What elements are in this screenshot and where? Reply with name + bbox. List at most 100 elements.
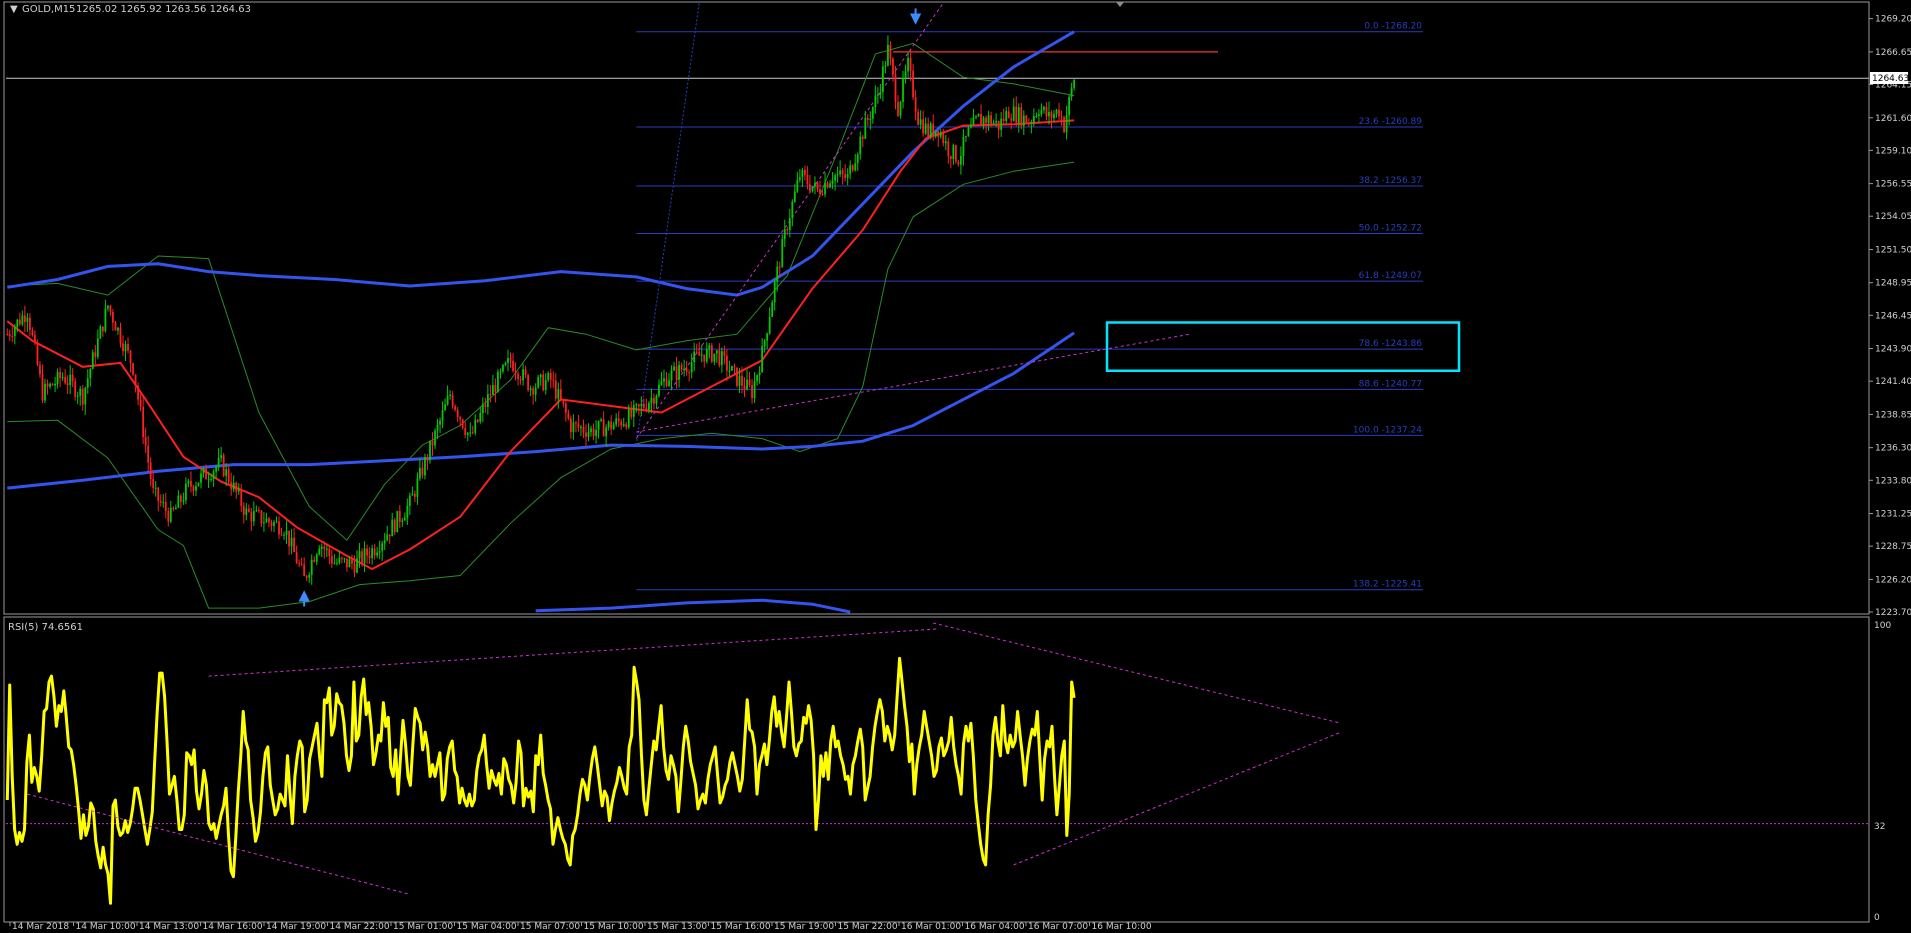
candle-body [66, 383, 69, 386]
candle-body [814, 182, 816, 187]
candle-body [595, 429, 597, 437]
chart-svg: 0.0 -1268.20 23.6 -1260.89 38.2 -1256.37 50… [0, 0, 1911, 932]
candle-body [225, 469, 228, 476]
candle-body [101, 326, 104, 332]
price-tick-label: 1228.75 [1875, 542, 1911, 552]
candle-body [894, 74, 897, 102]
candle-body [373, 548, 376, 556]
candle-body [882, 66, 884, 93]
candle-body [854, 163, 857, 171]
price-tick-label: 1254.05 [1875, 212, 1911, 222]
candle-body [1020, 107, 1023, 126]
candle-body [559, 389, 562, 400]
price-tick-label: 1238.85 [1875, 410, 1911, 420]
candle-body [1068, 96, 1071, 116]
candle-body [16, 319, 19, 328]
candle-body [56, 371, 59, 384]
candle-body [205, 468, 207, 480]
price-tick-label: 1223.70 [1875, 608, 1911, 618]
candle-body [524, 369, 527, 376]
candle-body [413, 493, 416, 497]
candle-body [298, 563, 301, 565]
candle-body [318, 548, 321, 555]
current-price-label: 1264.63 [1872, 74, 1909, 84]
price-tick-label: 1261.60 [1875, 114, 1911, 124]
candle-body [884, 65, 887, 67]
candle-body [429, 440, 431, 461]
price-tick-label: 1236.30 [1875, 444, 1911, 454]
price-tick-label: 1251.50 [1875, 245, 1911, 255]
candle-body [816, 182, 819, 190]
candle-body [1048, 111, 1050, 117]
candle-body [71, 374, 74, 382]
candle-body [381, 543, 384, 551]
candle-body [512, 360, 514, 371]
candle-body [791, 201, 794, 219]
candle-body [693, 351, 696, 363]
candle-body [685, 368, 688, 373]
candle-body [328, 548, 331, 557]
candle-body [741, 375, 743, 386]
candle-body [303, 564, 306, 577]
candle-body [1040, 109, 1043, 115]
candle-body [408, 495, 411, 506]
candle-body [1005, 111, 1008, 121]
candle-body [51, 383, 54, 386]
candle-body [1038, 114, 1040, 116]
candle-body [569, 418, 572, 433]
candle-body [554, 380, 557, 399]
candle-body [159, 501, 162, 503]
candle-body [587, 431, 590, 437]
candle-body [798, 177, 801, 180]
price-tick-label: 1248.95 [1875, 279, 1911, 289]
candle-body [333, 563, 336, 565]
candle-body [491, 385, 494, 395]
candle-body [235, 482, 238, 492]
candle-body [861, 136, 864, 139]
candle-body [59, 371, 61, 379]
candle-body [366, 548, 368, 556]
candle-body [708, 345, 711, 349]
candle-body [232, 482, 235, 490]
candle-body [715, 350, 718, 354]
symbol-triangle-icon[interactable]: ▼ [10, 4, 18, 15]
candle-body [866, 117, 869, 120]
candle-body [773, 281, 776, 303]
candle-body [607, 421, 610, 428]
candle-body [107, 305, 109, 309]
candle-body [84, 387, 87, 405]
candle-body [34, 335, 36, 343]
candle-body [897, 101, 899, 116]
candle-body [892, 58, 894, 75]
candle-body [919, 119, 922, 125]
candle-body [544, 380, 547, 391]
candle-body [645, 407, 648, 410]
candle-body [725, 355, 728, 371]
candle-body [454, 406, 457, 411]
candle-body [162, 502, 165, 504]
candle-body [486, 394, 489, 407]
candle-body [575, 422, 577, 424]
candle-body [252, 511, 255, 522]
time-tick-label: 16 Mar 10:00 [1092, 922, 1152, 929]
candle-body [582, 426, 585, 433]
candle-body [849, 165, 852, 175]
candle-body [459, 416, 462, 420]
candle-body [771, 302, 774, 318]
candle-body [718, 350, 721, 366]
candle-body [31, 330, 34, 336]
candle-body [821, 194, 824, 196]
candle-body [912, 70, 914, 98]
candle-body [678, 364, 680, 380]
candle-body [185, 483, 187, 501]
candle-body [600, 419, 602, 421]
candle-body [824, 182, 826, 195]
candle-body [831, 180, 834, 184]
candle-body [952, 145, 955, 159]
candle-body [917, 111, 920, 125]
candle-body [29, 317, 31, 331]
candle-body [580, 426, 582, 428]
time-tick-label: 14 Mar 10:00 [76, 922, 136, 929]
price-tick-label: 1243.90 [1875, 345, 1911, 355]
candle-body [758, 372, 761, 376]
